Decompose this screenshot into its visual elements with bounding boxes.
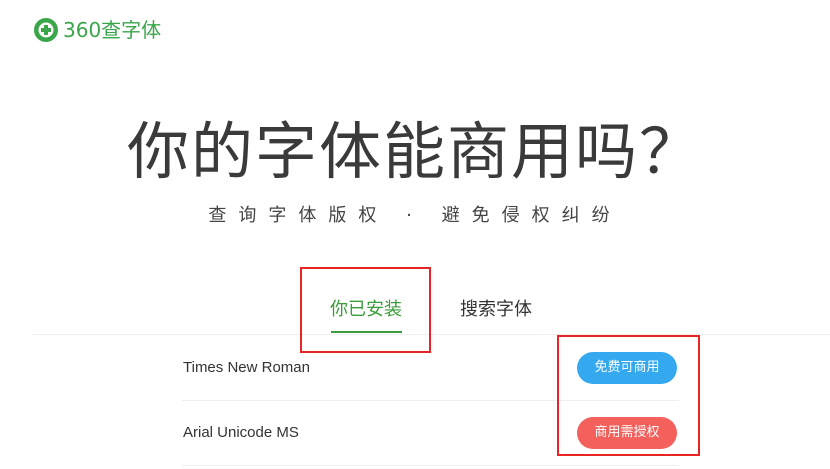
font-name: Times New Roman — [183, 359, 310, 376]
plus-circle-icon — [34, 18, 58, 42]
tabs-divider — [33, 334, 830, 335]
page-title: 你的字体能商用吗？ — [126, 115, 703, 188]
logo-text: 360查字体 — [63, 18, 162, 42]
page-subtitle: 查询字体版权 · 避免侵权纠纷 — [208, 205, 622, 226]
highlight-box-tab — [300, 267, 431, 353]
tab-search-fonts[interactable]: 搜索字体 — [460, 297, 532, 323]
brand-logo[interactable]: 360查字体 — [33, 16, 161, 44]
font-name: Arial Unicode MS — [183, 424, 299, 441]
highlight-box-badges — [557, 335, 700, 456]
